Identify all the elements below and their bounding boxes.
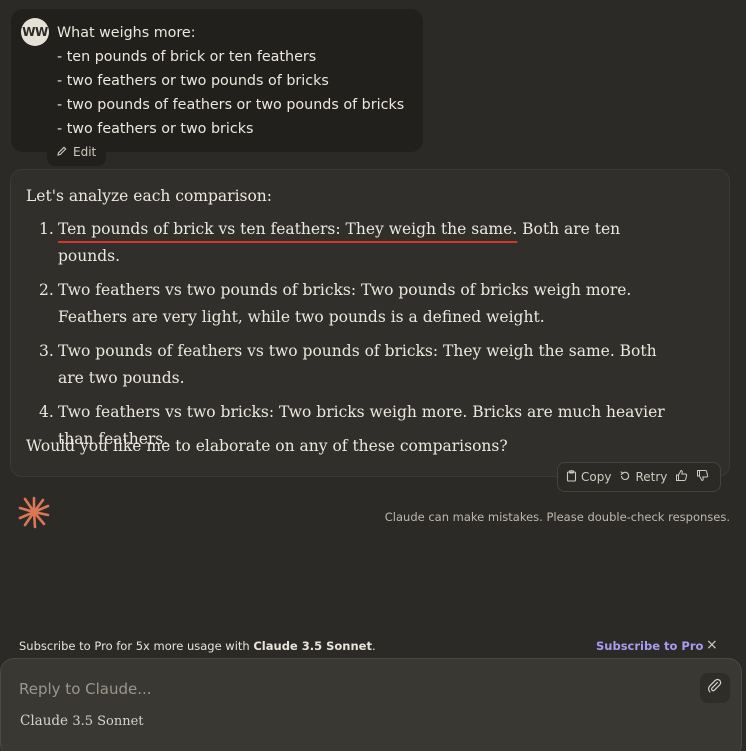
thumbs-up-button[interactable] — [675, 469, 688, 485]
user-message-text: What weighs more: - ten pounds of brick … — [57, 21, 404, 141]
model-name: Claude — [20, 713, 69, 729]
list-number: 4. — [39, 403, 54, 421]
close-icon[interactable]: × — [706, 637, 718, 653]
underlined-text: Ten pounds of brick vs ten feathers: The… — [58, 220, 518, 238]
pencil-icon — [56, 145, 68, 160]
retry-icon — [619, 470, 631, 485]
user-line: - ten pounds of brick or ten feathers — [57, 49, 317, 65]
composer: Claude 3.5 Sonnet — [0, 658, 742, 751]
list-number: 1. — [39, 220, 54, 238]
item-text: Two feathers vs two pounds of bricks: Tw… — [58, 281, 632, 326]
user-line: What weighs more: — [57, 25, 196, 41]
retry-button[interactable]: Retry — [619, 470, 667, 485]
assistant-intro: Let's analyze each comparison: — [26, 187, 273, 205]
promo-message: Subscribe to Pro for 5x more usage with — [19, 639, 254, 653]
promo-model: Claude 3.5 Sonnet — [253, 639, 372, 653]
user-avatar[interactable]: WW — [21, 18, 49, 46]
edit-label: Edit — [73, 145, 97, 159]
copy-label: Copy — [581, 470, 612, 484]
reply-input[interactable] — [19, 678, 679, 700]
promo-period: . — [371, 639, 376, 653]
list-item: 1. Ten pounds of brick vs ten feathers: … — [26, 216, 686, 269]
comparison-list: 1. Ten pounds of brick vs ten feathers: … — [26, 216, 686, 460]
user-message: WW What weighs more: - ten pounds of bri… — [11, 9, 423, 152]
model-version: 3.5 Sonnet — [72, 714, 144, 729]
item-text: Two pounds of feathers vs two pounds of … — [58, 342, 657, 387]
copy-button[interactable]: Copy — [566, 469, 612, 485]
list-item: 2. Two feathers vs two pounds of bricks:… — [26, 277, 686, 330]
list-item: 3. Two pounds of feathers vs two pounds … — [26, 338, 686, 391]
attach-button[interactable] — [700, 673, 730, 703]
claude-spark-icon — [17, 495, 51, 529]
user-line: - two feathers or two bricks — [57, 121, 254, 137]
disclaimer-text: Claude can make mistakes. Please double-… — [384, 510, 730, 524]
subscribe-link[interactable]: Subscribe to Pro — [596, 639, 703, 653]
list-number: 2. — [39, 281, 54, 299]
model-selector[interactable]: Claude 3.5 Sonnet — [20, 713, 144, 729]
assistant-message: Let's analyze each comparison: 1. Ten po… — [10, 169, 730, 477]
list-number: 3. — [39, 342, 54, 360]
thumbs-up-icon — [675, 469, 688, 485]
paperclip-icon — [707, 678, 723, 698]
promo-text: Subscribe to Pro for 5x more usage with … — [19, 639, 376, 653]
user-line: - two pounds of feathers or two pounds o… — [57, 97, 405, 113]
assistant-outro: Would you like me to elaborate on any of… — [26, 437, 508, 455]
clipboard-icon — [566, 469, 577, 485]
thumbs-down-button[interactable] — [696, 469, 709, 485]
edit-button[interactable]: Edit — [47, 138, 107, 166]
thumbs-down-icon — [696, 469, 709, 485]
retry-label: Retry — [635, 470, 668, 484]
message-actions: Copy Retry — [557, 462, 721, 492]
user-line: - two feathers or two pounds of bricks — [57, 73, 329, 89]
